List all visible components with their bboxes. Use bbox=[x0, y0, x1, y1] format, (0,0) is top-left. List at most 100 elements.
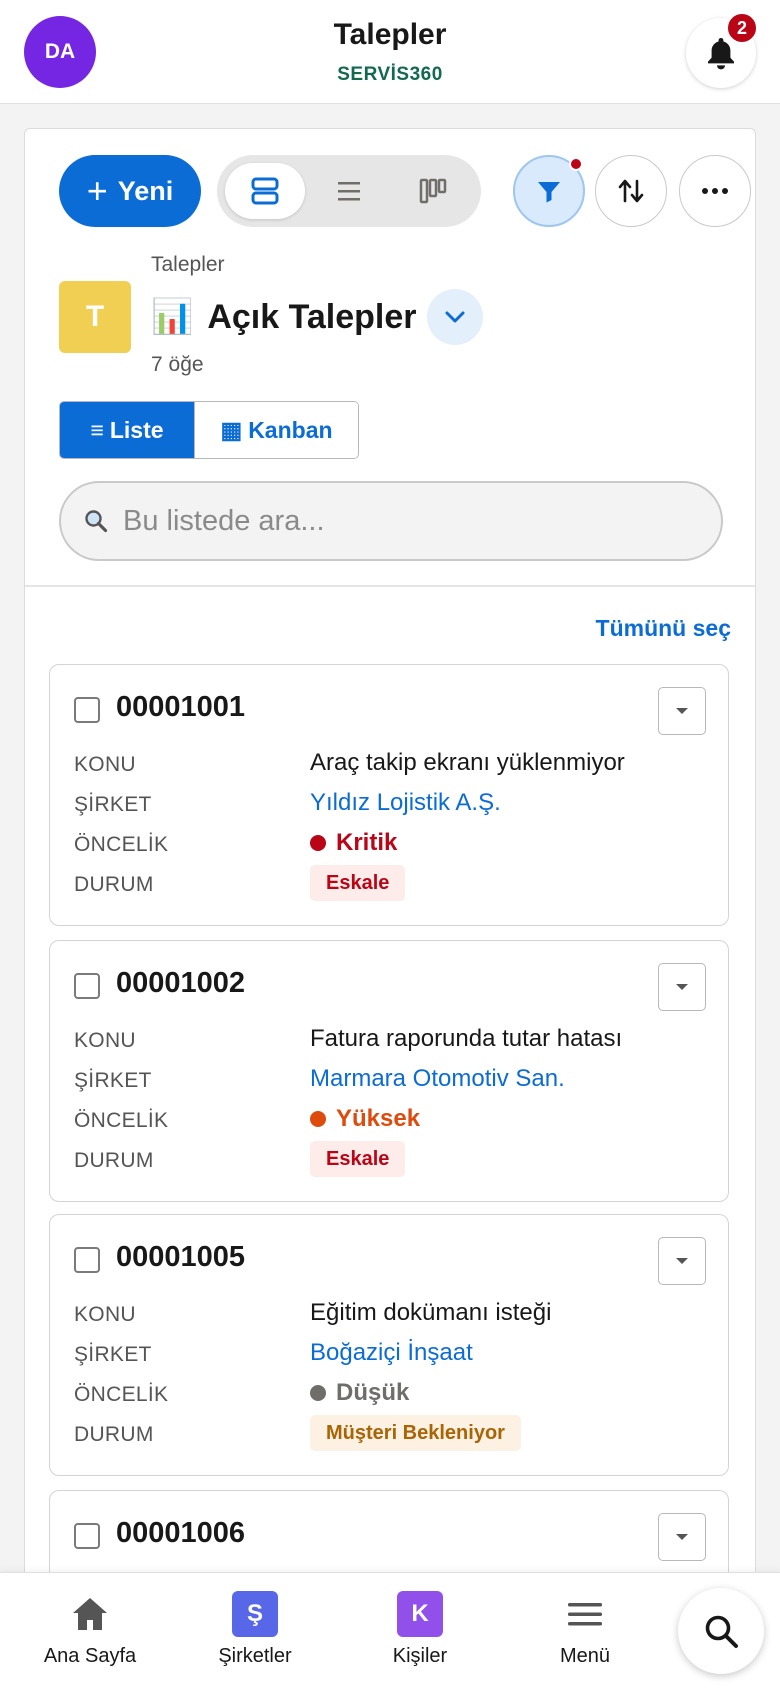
brand-name: SERVİS360 bbox=[337, 64, 443, 85]
list-view-panel: + Yeni Talepler T 📊 Açık Talepler 7 öğe … bbox=[24, 128, 756, 1588]
list-kanban-toggle: ≡ Liste ▦ Kanban bbox=[59, 401, 359, 459]
list-view-option[interactable] bbox=[309, 163, 389, 219]
select-all-link[interactable]: Tümünü seç bbox=[596, 615, 731, 642]
plus-icon: + bbox=[86, 170, 108, 211]
record-field-company: ŞİRKET Boğaziçi İnşaat bbox=[74, 1339, 704, 1375]
caret-down-icon bbox=[676, 708, 688, 714]
sort-icon bbox=[618, 179, 644, 203]
more-icon bbox=[702, 188, 728, 194]
record-card[interactable]: 00001002 KONU Fatura raporunda tutar hat… bbox=[49, 940, 729, 1202]
record-field-status: DURUM Eskale bbox=[74, 865, 704, 905]
record-checkbox[interactable] bbox=[74, 1247, 100, 1273]
company-link[interactable]: Marmara Otomotiv San. bbox=[310, 1065, 565, 1093]
company-tile-icon: Ş bbox=[232, 1591, 278, 1637]
chart-emoji-icon: 📊 bbox=[151, 298, 194, 336]
field-label: ŞİRKET bbox=[74, 793, 152, 816]
caret-down-icon bbox=[676, 984, 688, 990]
record-checkbox[interactable] bbox=[74, 973, 100, 999]
divider bbox=[25, 585, 755, 587]
status-badge: Eskale bbox=[310, 1141, 406, 1177]
record-field-status: DURUM Müşteri Bekleniyor bbox=[74, 1415, 704, 1455]
board-view-icon bbox=[419, 178, 447, 204]
nav-label: Kişiler bbox=[392, 1645, 448, 1667]
field-label: ÖNCELİK bbox=[74, 1109, 169, 1132]
record-actions-button[interactable] bbox=[658, 1237, 706, 1285]
priority-dot-icon bbox=[310, 1385, 326, 1401]
display-mode-switcher bbox=[217, 155, 481, 227]
priority-value: Kritik bbox=[310, 829, 397, 857]
priority-dot-icon bbox=[310, 835, 326, 851]
priority-dot-icon bbox=[310, 1111, 326, 1127]
record-field-status: DURUM Eskale bbox=[74, 1141, 704, 1181]
caret-down-icon bbox=[676, 1258, 688, 1264]
record-field-priority: ÖNCELİK Kritik bbox=[74, 829, 704, 865]
object-icon: T bbox=[59, 281, 131, 353]
field-label: KONU bbox=[74, 753, 136, 776]
search-icon bbox=[705, 1615, 738, 1648]
list-search-input[interactable]: Bu listede ara... bbox=[59, 481, 723, 561]
record-card[interactable]: 00001005 KONU Eğitim dokümanı isteği ŞİR… bbox=[49, 1214, 729, 1476]
nav-label: Şirketler bbox=[218, 1645, 292, 1667]
record-actions-button[interactable] bbox=[658, 963, 706, 1011]
global-search-button[interactable] bbox=[678, 1588, 764, 1674]
chevron-down-icon bbox=[445, 311, 465, 323]
card-view-icon bbox=[251, 177, 279, 205]
subject-value: Eğitim dokümanı isteği bbox=[310, 1299, 552, 1326]
kanban-grid-icon: ▦ bbox=[220, 416, 243, 443]
field-label: ÖNCELİK bbox=[74, 833, 169, 856]
subject-value: Araç takip ekranı yüklenmiyor bbox=[310, 749, 625, 776]
field-label: KONU bbox=[74, 1029, 136, 1052]
record-field-priority: ÖNCELİK Düşük bbox=[74, 1379, 704, 1415]
contact-tile-icon: K bbox=[397, 1591, 443, 1637]
filter-active-dot bbox=[569, 157, 583, 171]
list-view-picker-button[interactable] bbox=[427, 289, 483, 345]
new-record-button[interactable]: + Yeni bbox=[59, 155, 201, 227]
list-view-name: Açık Talepler bbox=[207, 297, 417, 336]
nav-label: Ana Sayfa bbox=[43, 1645, 137, 1667]
field-label: DURUM bbox=[74, 1149, 154, 1172]
record-actions-button[interactable] bbox=[658, 1513, 706, 1561]
menu-icon bbox=[562, 1591, 608, 1637]
record-field-priority: ÖNCELİK Yüksek bbox=[74, 1105, 704, 1141]
subject-value: Fatura raporunda tutar hatası bbox=[310, 1025, 623, 1052]
field-label: ŞİRKET bbox=[74, 1343, 152, 1366]
status-badge: Müşteri Bekleniyor bbox=[310, 1415, 521, 1451]
list-view-title: 📊 Açık Talepler bbox=[151, 281, 416, 353]
list-toggle-label: Liste bbox=[109, 416, 164, 443]
record-number[interactable]: 00001002 bbox=[116, 967, 245, 1000]
record-checkbox[interactable] bbox=[74, 1523, 100, 1549]
nav-item-home[interactable]: Ana Sayfa bbox=[15, 1591, 165, 1668]
company-link[interactable]: Boğaziçi İnşaat bbox=[310, 1339, 473, 1367]
priority-value: Düşük bbox=[310, 1379, 409, 1407]
breadcrumb[interactable]: Talepler bbox=[151, 253, 225, 277]
field-label: DURUM bbox=[74, 1423, 154, 1446]
record-number[interactable]: 00001001 bbox=[116, 691, 245, 724]
priority-label: Düşük bbox=[336, 1379, 410, 1406]
home-icon bbox=[67, 1591, 113, 1637]
more-actions-button[interactable] bbox=[679, 155, 751, 227]
nav-item-companies[interactable]: Ş Şirketler bbox=[180, 1591, 330, 1668]
list-toggle-button[interactable]: ≡ Liste bbox=[60, 402, 194, 458]
kanban-toggle-label: Kanban bbox=[248, 416, 333, 443]
record-number[interactable]: 00001005 bbox=[116, 1241, 245, 1274]
bottom-navigation: Ana Sayfa Ş Şirketler K Kişiler Menü bbox=[0, 1572, 780, 1688]
record-actions-button[interactable] bbox=[658, 687, 706, 735]
field-label: KONU bbox=[74, 1303, 136, 1326]
card-view-option[interactable] bbox=[225, 163, 305, 219]
record-field-company: ŞİRKET Yıldız Lojistik A.Ş. bbox=[74, 789, 704, 825]
nav-item-menu[interactable]: Menü bbox=[510, 1591, 660, 1668]
search-placeholder: Bu listede ara... bbox=[123, 504, 325, 537]
board-view-option[interactable] bbox=[393, 163, 473, 219]
record-checkbox[interactable] bbox=[74, 697, 100, 723]
new-record-label: Yeni bbox=[117, 175, 174, 206]
kanban-toggle-button[interactable]: ▦ Kanban bbox=[194, 402, 358, 458]
status-badge: Eskale bbox=[310, 865, 406, 901]
caret-down-icon bbox=[676, 1534, 688, 1540]
priority-value: Yüksek bbox=[310, 1105, 420, 1133]
sort-button[interactable] bbox=[595, 155, 667, 227]
bell-icon bbox=[708, 38, 734, 70]
nav-item-contacts[interactable]: K Kişiler bbox=[345, 1591, 495, 1668]
record-card[interactable]: 00001001 KONU Araç takip ekranı yüklenmi… bbox=[49, 664, 729, 926]
company-link[interactable]: Yıldız Lojistik A.Ş. bbox=[310, 789, 501, 817]
record-number[interactable]: 00001006 bbox=[116, 1517, 245, 1550]
